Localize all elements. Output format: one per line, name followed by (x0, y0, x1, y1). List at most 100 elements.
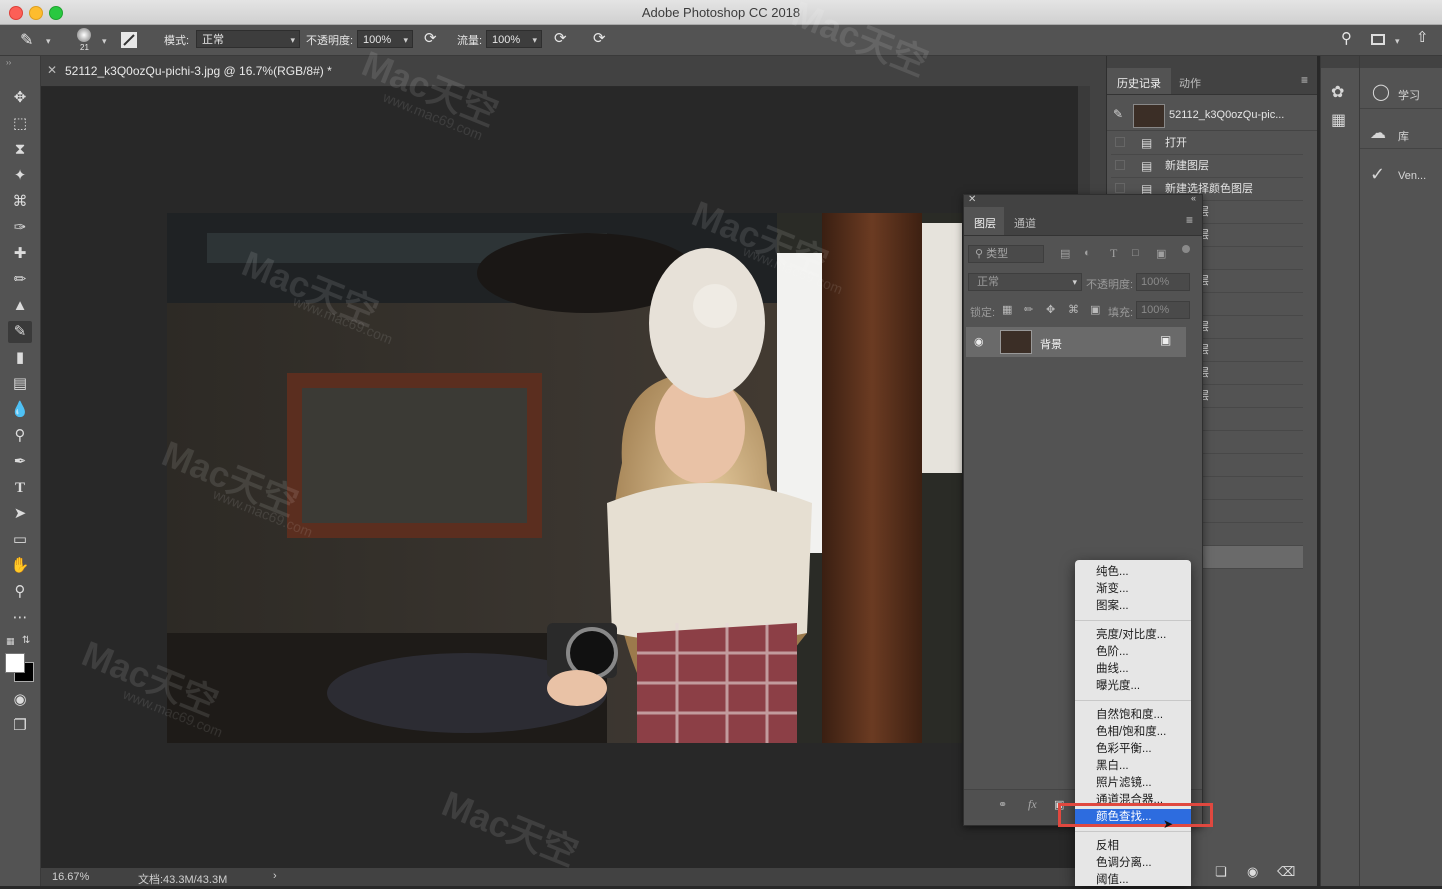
search-icon[interactable]: ⚲ (1341, 29, 1352, 47)
workspace-chevron-icon[interactable]: ▾ (1395, 36, 1400, 47)
swatches-grid-icon[interactable]: ▦ (1331, 110, 1346, 130)
filter-type-icon[interactable]: T (1110, 246, 1117, 261)
filter-toggle-icon[interactable] (1182, 245, 1190, 253)
layer-row-background[interactable]: ◉ 背景 ▣ (966, 327, 1186, 357)
pressure-opacity-icon[interactable]: ⟳ (424, 29, 437, 47)
lock-artboard-icon[interactable]: ⌘ (1068, 303, 1079, 316)
menu-item[interactable]: 阈值... (1075, 872, 1191, 889)
blur-tool-icon[interactable]: 💧 (8, 399, 32, 421)
close-document-icon[interactable]: ✕ (47, 63, 57, 77)
filter-shape-icon[interactable]: □ (1132, 247, 1139, 259)
lock-all-icon[interactable]: ▣ (1090, 303, 1100, 316)
collapse-icon[interactable]: ›› (6, 58, 11, 67)
history-item[interactable]: ▤ 新建图层 (1111, 155, 1303, 178)
path-selection-tool-icon[interactable]: ➤ (8, 503, 32, 525)
history-brush-tool-icon[interactable]: ✎ (8, 321, 32, 343)
healing-brush-icon[interactable]: ✎ (20, 30, 33, 50)
pen-tool-icon[interactable]: ✒ (8, 451, 32, 473)
menu-item[interactable]: 纯色... (1075, 564, 1191, 581)
status-menu-arrow-icon[interactable]: › (273, 870, 277, 882)
filter-adjustment-icon[interactable]: ◐ (1084, 247, 1091, 259)
tab-actions[interactable]: 动作 (1171, 68, 1211, 94)
eyedropper-tool-icon[interactable]: ✑ (8, 217, 32, 239)
menu-item[interactable]: 亮度/对比度... (1075, 627, 1191, 644)
menu-item[interactable]: 曝光度... (1075, 678, 1191, 695)
menu-item[interactable]: 色调分离... (1075, 855, 1191, 872)
airbrush-icon[interactable]: ⟳ (554, 29, 567, 47)
floating-panel-header[interactable]: ✕ « (964, 193, 1202, 207)
history-source-checkbox[interactable] (1115, 160, 1125, 170)
history-source-checkbox[interactable] (1115, 137, 1125, 147)
tool-preset-chevron-icon[interactable]: ▾ (46, 36, 51, 47)
menu-item[interactable]: 色彩平衡... (1075, 741, 1191, 758)
zoom-tool-icon[interactable]: ⚲ (8, 581, 32, 603)
blend-mode-select[interactable]: 正常 ▾ (968, 273, 1082, 291)
camera-snapshot-icon[interactable]: ◉ (1247, 864, 1258, 880)
menu-item[interactable]: 曲线... (1075, 661, 1191, 678)
panel-menu-icon[interactable]: ≡ (1186, 213, 1193, 227)
close-panel-icon[interactable]: ✕ (968, 194, 976, 205)
hand-tool-icon[interactable]: ✋ (8, 555, 32, 577)
more-tools-icon[interactable]: ⋯ (8, 607, 32, 629)
pressure-size-icon[interactable]: ⟳ (593, 29, 606, 47)
panel-collapse-bar[interactable] (1360, 56, 1442, 68)
history-brush-source-icon[interactable]: ✎ (1113, 107, 1123, 121)
brush-picker-chevron-icon[interactable]: ▾ (102, 36, 107, 47)
learn-button[interactable]: ◯ 学习 (1360, 78, 1442, 109)
brush-tool-icon[interactable]: ✏ (8, 269, 32, 291)
menu-item[interactable]: 照片滤镜... (1075, 775, 1191, 792)
dodge-tool-icon[interactable]: ⚲ (8, 425, 32, 447)
document-tab[interactable]: ✕ 52112_k3Q0ozQu-pichi-3.jpg @ 16.7%(RGB… (41, 56, 1090, 866)
clone-stamp-tool-icon[interactable]: ▲ (8, 295, 32, 317)
workspace-icon[interactable] (1371, 34, 1385, 45)
collapse-panel-icon[interactable]: « (1191, 193, 1196, 203)
foreground-color-swatch[interactable] (5, 653, 25, 673)
menu-item[interactable]: 色相/饱和度... (1075, 724, 1191, 741)
menu-item[interactable]: 自然饱和度... (1075, 707, 1191, 724)
lasso-tool-icon[interactable]: ⧗ (8, 139, 32, 161)
document-image[interactable] (167, 213, 962, 743)
swap-colors-icon[interactable]: ⇅ (22, 635, 30, 646)
layer-fill-input[interactable]: 100% (1136, 301, 1190, 319)
mode-select[interactable]: 正常 ▾ (196, 30, 300, 48)
visibility-eye-icon[interactable]: ◉ (974, 335, 984, 348)
tab-channels[interactable]: 通道 (1004, 207, 1044, 235)
filter-smart-object-icon[interactable]: ▣ (1156, 247, 1166, 260)
color-palette-icon[interactable]: ✿ (1331, 82, 1344, 102)
marquee-tool-icon[interactable]: ⬚ (8, 113, 32, 135)
menu-item[interactable]: 黑白... (1075, 758, 1191, 775)
lock-transparent-icon[interactable]: ▦ (1002, 303, 1012, 316)
rectangle-tool-icon[interactable]: ▭ (8, 529, 32, 551)
fx-icon[interactable]: fx (1028, 797, 1037, 812)
spot-healing-tool-icon[interactable]: ✚ (8, 243, 32, 265)
zoom-level[interactable]: 16.67% (52, 871, 89, 883)
brush-preview-icon[interactable] (77, 28, 91, 42)
layer-filter-select[interactable]: ⚲ 类型 (968, 245, 1044, 263)
new-document-from-state-icon[interactable]: ❏ (1215, 864, 1227, 880)
screen-mode-icon[interactable]: ❐ (8, 715, 32, 737)
panel-collapse-bar[interactable] (1321, 56, 1359, 68)
share-icon[interactable]: ⇧ (1416, 28, 1429, 46)
vendor-button[interactable]: ✓ Ven... (1360, 158, 1442, 192)
menu-item[interactable]: 渐变... (1075, 581, 1191, 598)
default-colors-icon[interactable]: ▦ (6, 636, 15, 647)
opacity-input[interactable]: 100% ▾ (357, 30, 413, 48)
history-item[interactable]: ▤ 打开 (1111, 132, 1303, 155)
type-tool-icon[interactable]: T (8, 477, 32, 499)
panel-menu-icon[interactable]: ≡ (1301, 73, 1308, 87)
gradient-tool-icon[interactable]: ▤ (8, 373, 32, 395)
eraser-tool-icon[interactable]: ▮ (8, 347, 32, 369)
panel-collapse-bar[interactable] (1107, 56, 1317, 68)
layer-opacity-input[interactable]: 100% (1136, 273, 1190, 291)
history-snapshot[interactable]: ✎ 52112_k3Q0ozQu-pic... (1107, 100, 1317, 131)
lock-pixels-icon[interactable]: ✏ (1024, 303, 1033, 316)
libraries-button[interactable]: ☁ 库 (1360, 118, 1442, 149)
tab-layers[interactable]: 图层 (964, 207, 1004, 235)
quick-select-tool-icon[interactable]: ✦ (8, 165, 32, 187)
move-tool-icon[interactable]: ✥ (8, 87, 32, 109)
brush-settings-icon[interactable] (121, 32, 137, 48)
trash-icon[interactable]: ⌫ (1277, 864, 1295, 880)
link-layers-icon[interactable]: ⚭ (998, 798, 1007, 811)
quick-mask-icon[interactable]: ◉ (8, 689, 32, 711)
filter-pixel-icon[interactable]: ▤ (1060, 247, 1070, 260)
